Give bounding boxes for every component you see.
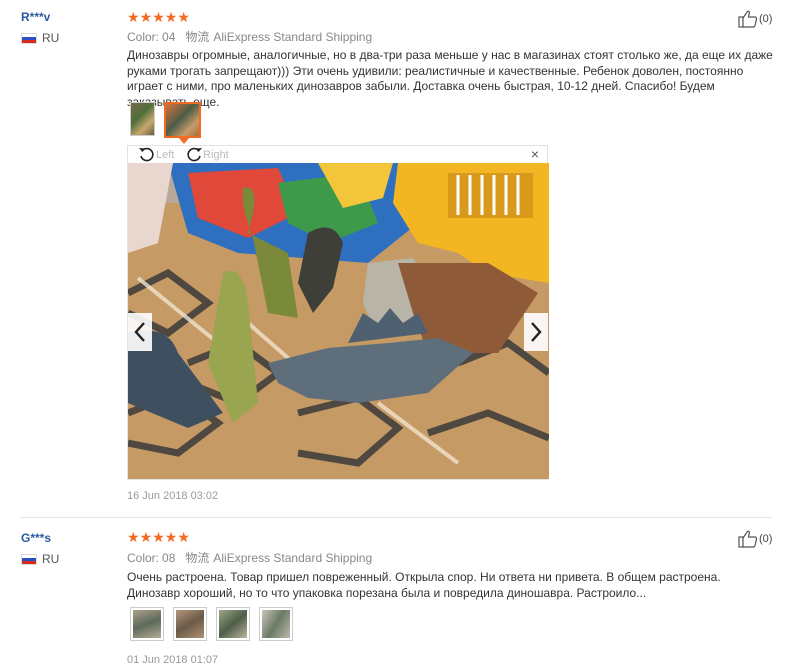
reviewer-country: RU — [21, 552, 59, 566]
thumb-up-icon — [738, 10, 758, 28]
next-photo-button[interactable] — [524, 313, 548, 351]
star-icon: ★ — [177, 529, 190, 545]
star-icon: ★ — [152, 9, 165, 25]
review-photo — [128, 163, 549, 479]
review-photos — [130, 102, 201, 144]
close-viewer-button[interactable]: × — [531, 147, 539, 161]
helpful-button[interactable]: (0) — [738, 530, 772, 548]
dinosaur-photo-image — [128, 163, 549, 479]
review-date: 01 Jun 2018 01:07 — [127, 654, 219, 666]
photo-viewer: Left Right × — [127, 145, 549, 480]
shipping-method: AliExpress Standard Shipping — [213, 30, 373, 44]
thumb-up-icon — [738, 530, 758, 548]
photo-thumbnail[interactable] — [259, 607, 293, 641]
previous-photo-button[interactable] — [128, 313, 152, 351]
star-icon: ★ — [139, 529, 153, 545]
review-meta: Color: 04 物流 AliExpress Standard Shipping — [127, 28, 372, 45]
country-code: RU — [42, 552, 60, 566]
review-date: 16 Jun 2018 03:02 — [127, 490, 219, 502]
star-icon: ★ — [164, 9, 178, 25]
photo-thumbnail-selected[interactable] — [164, 102, 201, 144]
russia-flag-icon — [21, 553, 37, 565]
reviewer-country: RU — [21, 31, 59, 45]
star-rating: ★ ★ ★ ★ ★ — [127, 530, 190, 544]
color-value: 08 — [162, 551, 176, 565]
rotate-left-icon — [139, 147, 154, 162]
photo-thumbnail[interactable] — [130, 102, 155, 136]
photo-thumbnail[interactable] — [216, 607, 250, 641]
star-icon: ★ — [127, 529, 140, 545]
helpful-button[interactable]: (0) — [738, 10, 772, 28]
color-label: Color: — [127, 30, 160, 44]
shipping-label: 物流 — [185, 30, 210, 44]
photo-thumbnail[interactable] — [130, 607, 164, 641]
rotate-right-button[interactable]: Right — [185, 146, 229, 163]
shipping-method: AliExpress Standard Shipping — [213, 551, 373, 565]
review-divider — [20, 517, 772, 518]
review-item: G***s RU ★ ★ ★ ★ ★ Color: 08 物流 AliExpress … — [0, 520, 800, 666]
star-icon: ★ — [164, 529, 178, 545]
rotate-right-label: Right — [203, 148, 229, 161]
helpful-count: (0) — [759, 13, 773, 25]
review-text: Динозавры огромные, аналогичные, но в дв… — [127, 48, 773, 109]
rotate-left-button[interactable]: Left — [138, 146, 174, 163]
review-photos — [130, 607, 293, 641]
viewer-toolbar: Left Right × — [128, 146, 547, 163]
star-icon: ★ — [139, 9, 153, 25]
review-meta: Color: 08 物流 AliExpress Standard Shipping — [127, 549, 372, 566]
color-label: Color: — [127, 551, 160, 565]
star-icon: ★ — [127, 9, 140, 25]
russia-flag-icon — [21, 32, 37, 44]
shipping-label: 物流 — [185, 551, 210, 565]
reviewer-name: G***s — [21, 531, 52, 545]
star-icon: ★ — [152, 529, 165, 545]
country-code: RU — [42, 31, 60, 45]
chevron-left-icon — [134, 322, 145, 342]
star-rating: ★ ★ ★ ★ ★ — [127, 10, 190, 24]
rotate-left-label: Left — [156, 148, 175, 161]
review-text: Очень растроена. Товар пришел повреженны… — [127, 570, 721, 600]
photo-thumbnail[interactable] — [173, 607, 207, 641]
reviewer-name: R***v — [21, 10, 51, 24]
color-value: 04 — [162, 30, 176, 44]
helpful-count: (0) — [759, 533, 773, 545]
star-icon: ★ — [177, 9, 190, 25]
rotate-right-icon — [187, 147, 202, 162]
review-item: R***v RU ★ ★ ★ ★ ★ Color: 04 物流 AliExpress … — [0, 0, 800, 518]
chevron-right-icon — [531, 322, 542, 342]
